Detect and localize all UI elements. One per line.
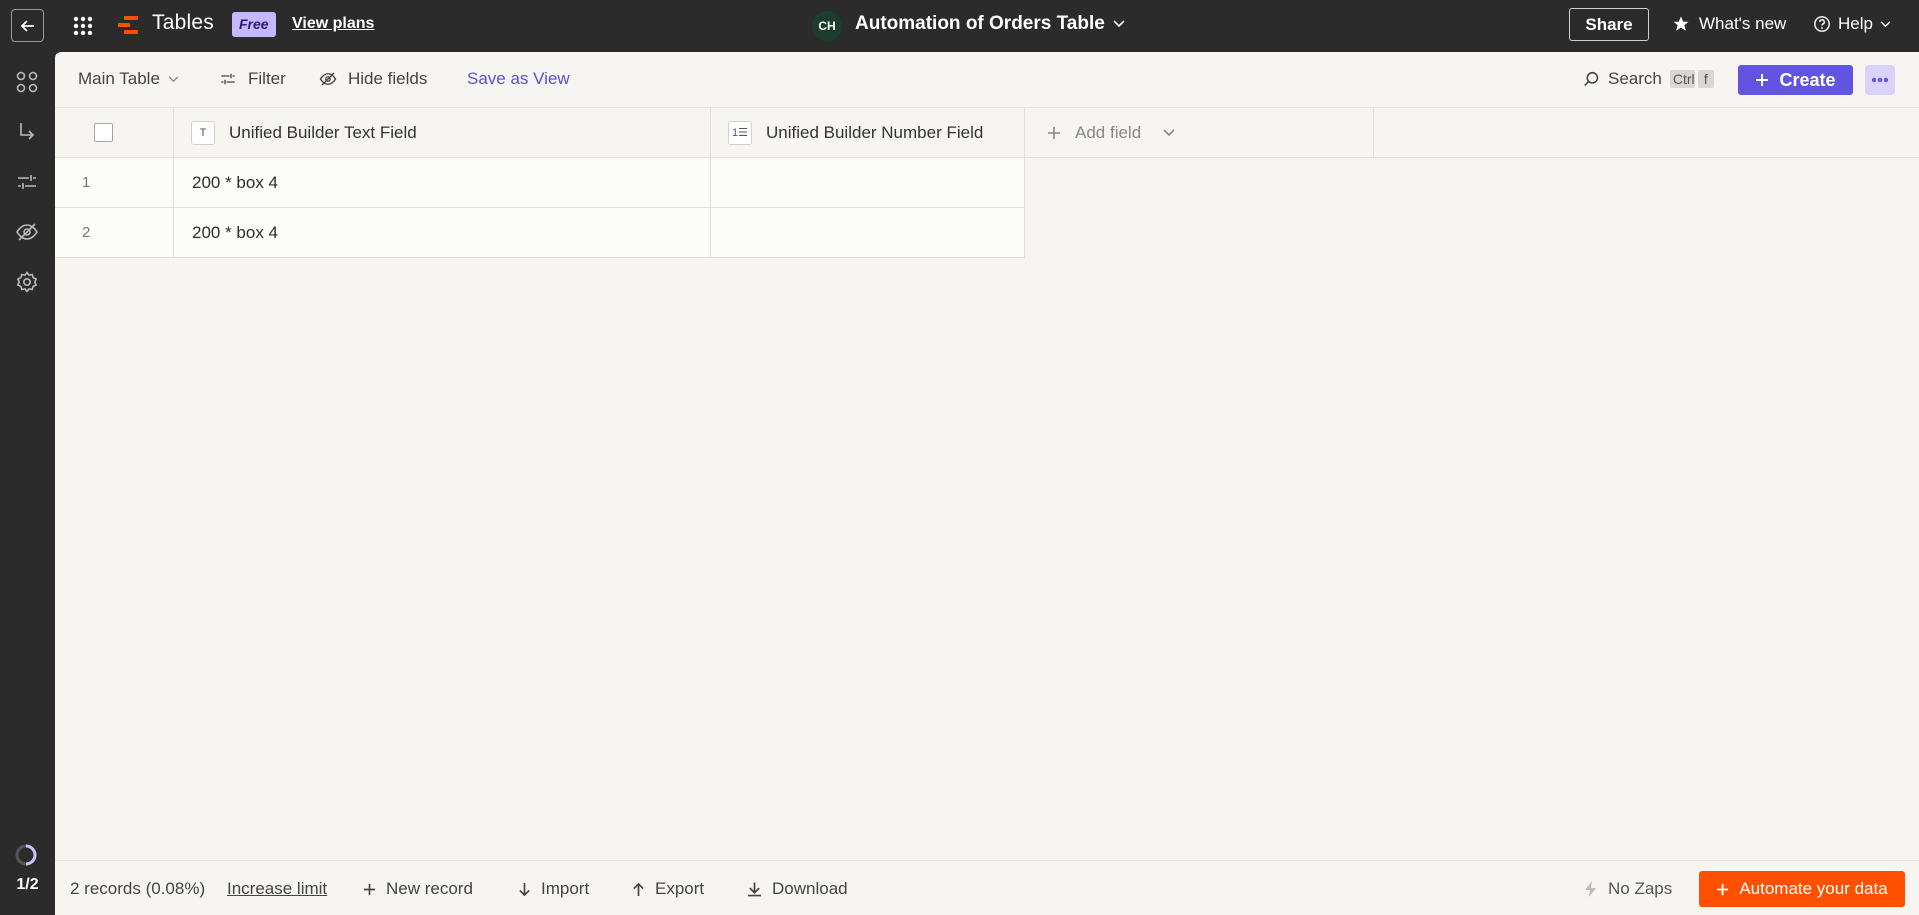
- automate-label: Automate your data: [1739, 879, 1888, 898]
- new-record-button[interactable]: New record: [363, 879, 473, 899]
- shortcut-key-ctrl: Ctrl: [1669, 70, 1695, 88]
- main-panel: Main Table Filter Hide fields Save as Vi…: [55, 52, 1919, 915]
- view-plans-link[interactable]: View plans: [292, 15, 374, 33]
- arrow-left-icon: [20, 19, 34, 32]
- column-header-number-field[interactable]: 1☰ Unified Builder Number Field: [711, 108, 1025, 158]
- column-header-label: Unified Builder Number Field: [766, 122, 984, 142]
- view-selector[interactable]: Main Table: [78, 69, 179, 89]
- help-circle-icon: [1814, 16, 1830, 32]
- filter-button[interactable]: Filter: [218, 69, 286, 89]
- chevron-down-icon: [1113, 20, 1125, 28]
- export-label: Export: [655, 879, 705, 898]
- shortcut-key-f: f: [1697, 70, 1714, 88]
- table-cell-number[interactable]: [711, 208, 1025, 258]
- arrow-turn-right-icon[interactable]: [15, 120, 39, 144]
- whats-new-label: What's new: [1699, 14, 1787, 33]
- number-field-type-icon: 1☰: [728, 120, 752, 145]
- gear-icon[interactable]: [15, 270, 39, 294]
- create-button[interactable]: Create: [1738, 65, 1853, 95]
- text-field-type-icon: T: [191, 120, 215, 145]
- no-zaps-label: No Zaps: [1608, 879, 1673, 898]
- select-all-header: [55, 108, 174, 158]
- zaps-status[interactable]: No Zaps: [1584, 879, 1672, 899]
- save-as-view-button[interactable]: Save as View: [467, 69, 570, 89]
- arrow-down-icon: [519, 882, 530, 896]
- add-field-label: Add field: [1075, 122, 1142, 142]
- automate-button[interactable]: Automate your data: [1699, 871, 1905, 907]
- column-header-label: Unified Builder Text Field: [229, 122, 417, 142]
- left-rail: 1/2: [0, 52, 55, 915]
- plus-icon: [1717, 883, 1729, 895]
- row-number[interactable]: 2: [55, 208, 174, 258]
- apps-grid-icon[interactable]: [72, 15, 94, 37]
- plan-badge: Free: [232, 12, 276, 37]
- help-menu[interactable]: Help: [1813, 14, 1891, 34]
- lightning-icon: [1585, 881, 1596, 897]
- avatar[interactable]: CH: [812, 11, 842, 41]
- search-shortcut: Ctrl f: [1669, 70, 1714, 88]
- plus-icon: [1048, 126, 1060, 139]
- table-cell-number[interactable]: [711, 158, 1025, 208]
- hide-fields-label: Hide fields: [348, 69, 428, 88]
- tables-logo-icon: [118, 15, 140, 35]
- top-bar: Tables Free View plans CH Automation of …: [0, 0, 1919, 52]
- increase-limit-link[interactable]: Increase limit: [227, 879, 327, 899]
- arrow-up-icon: [633, 882, 644, 896]
- search-icon: [1584, 71, 1599, 86]
- export-button[interactable]: Export: [632, 879, 704, 899]
- app-name: Tables: [152, 11, 214, 34]
- eye-off-icon[interactable]: [15, 220, 39, 244]
- filter-label: Filter: [248, 69, 286, 88]
- share-button[interactable]: Share: [1569, 8, 1649, 41]
- page-indicator: 1/2: [16, 876, 39, 893]
- plus-icon: [1756, 74, 1769, 86]
- view-selector-label: Main Table: [78, 69, 160, 88]
- chevron-down-icon: [168, 75, 179, 82]
- table-cell-text[interactable]: 200 * box 4: [174, 158, 711, 208]
- progress-spinner-icon: [14, 843, 38, 867]
- import-label: Import: [541, 879, 590, 898]
- header-filler: [1374, 108, 1919, 158]
- add-field-button[interactable]: Add field: [1025, 108, 1374, 158]
- whats-new-button[interactable]: What's new: [1672, 14, 1786, 34]
- table-footer: 2 records (0.08%) Increase limit New rec…: [55, 860, 1919, 915]
- record-count: 2 records (0.08%): [70, 879, 206, 898]
- star-icon: [1673, 16, 1689, 31]
- back-button[interactable]: [11, 9, 44, 42]
- search-label: Search: [1608, 69, 1662, 88]
- plus-icon: [363, 883, 376, 895]
- table-cell-text[interactable]: 200 * box 4: [174, 208, 711, 258]
- row-number[interactable]: 1: [55, 158, 174, 208]
- more-options-button[interactable]: [1865, 65, 1895, 95]
- select-all-checkbox[interactable]: [93, 123, 113, 142]
- more-horizontal-icon: [1871, 77, 1889, 83]
- hide-fields-button[interactable]: Hide fields: [318, 69, 427, 89]
- row-number-label: 2: [82, 224, 91, 241]
- import-button[interactable]: Import: [518, 879, 589, 899]
- sliders-icon: [221, 73, 235, 85]
- chevron-down-icon: [1163, 128, 1175, 136]
- download-button[interactable]: Download: [747, 879, 848, 899]
- table-toolbar: Main Table Filter Hide fields Save as Vi…: [55, 52, 1919, 108]
- blocks-icon[interactable]: [15, 70, 39, 94]
- help-label: Help: [1838, 14, 1873, 33]
- create-label: Create: [1779, 69, 1836, 90]
- new-record-label: New record: [386, 879, 473, 898]
- row-number-label: 1: [82, 174, 91, 191]
- table-title-dropdown[interactable]: Automation of Orders Table: [855, 13, 1125, 35]
- column-header-text-field[interactable]: T Unified Builder Text Field: [174, 108, 711, 158]
- eye-off-icon: [319, 72, 337, 86]
- download-icon: [747, 882, 762, 897]
- download-label: Download: [772, 879, 848, 898]
- chevron-down-icon: [1880, 20, 1891, 27]
- search-button[interactable]: Search Ctrl f: [1583, 69, 1714, 89]
- table-title: Automation of Orders Table: [855, 13, 1105, 34]
- sliders-icon[interactable]: [15, 170, 39, 194]
